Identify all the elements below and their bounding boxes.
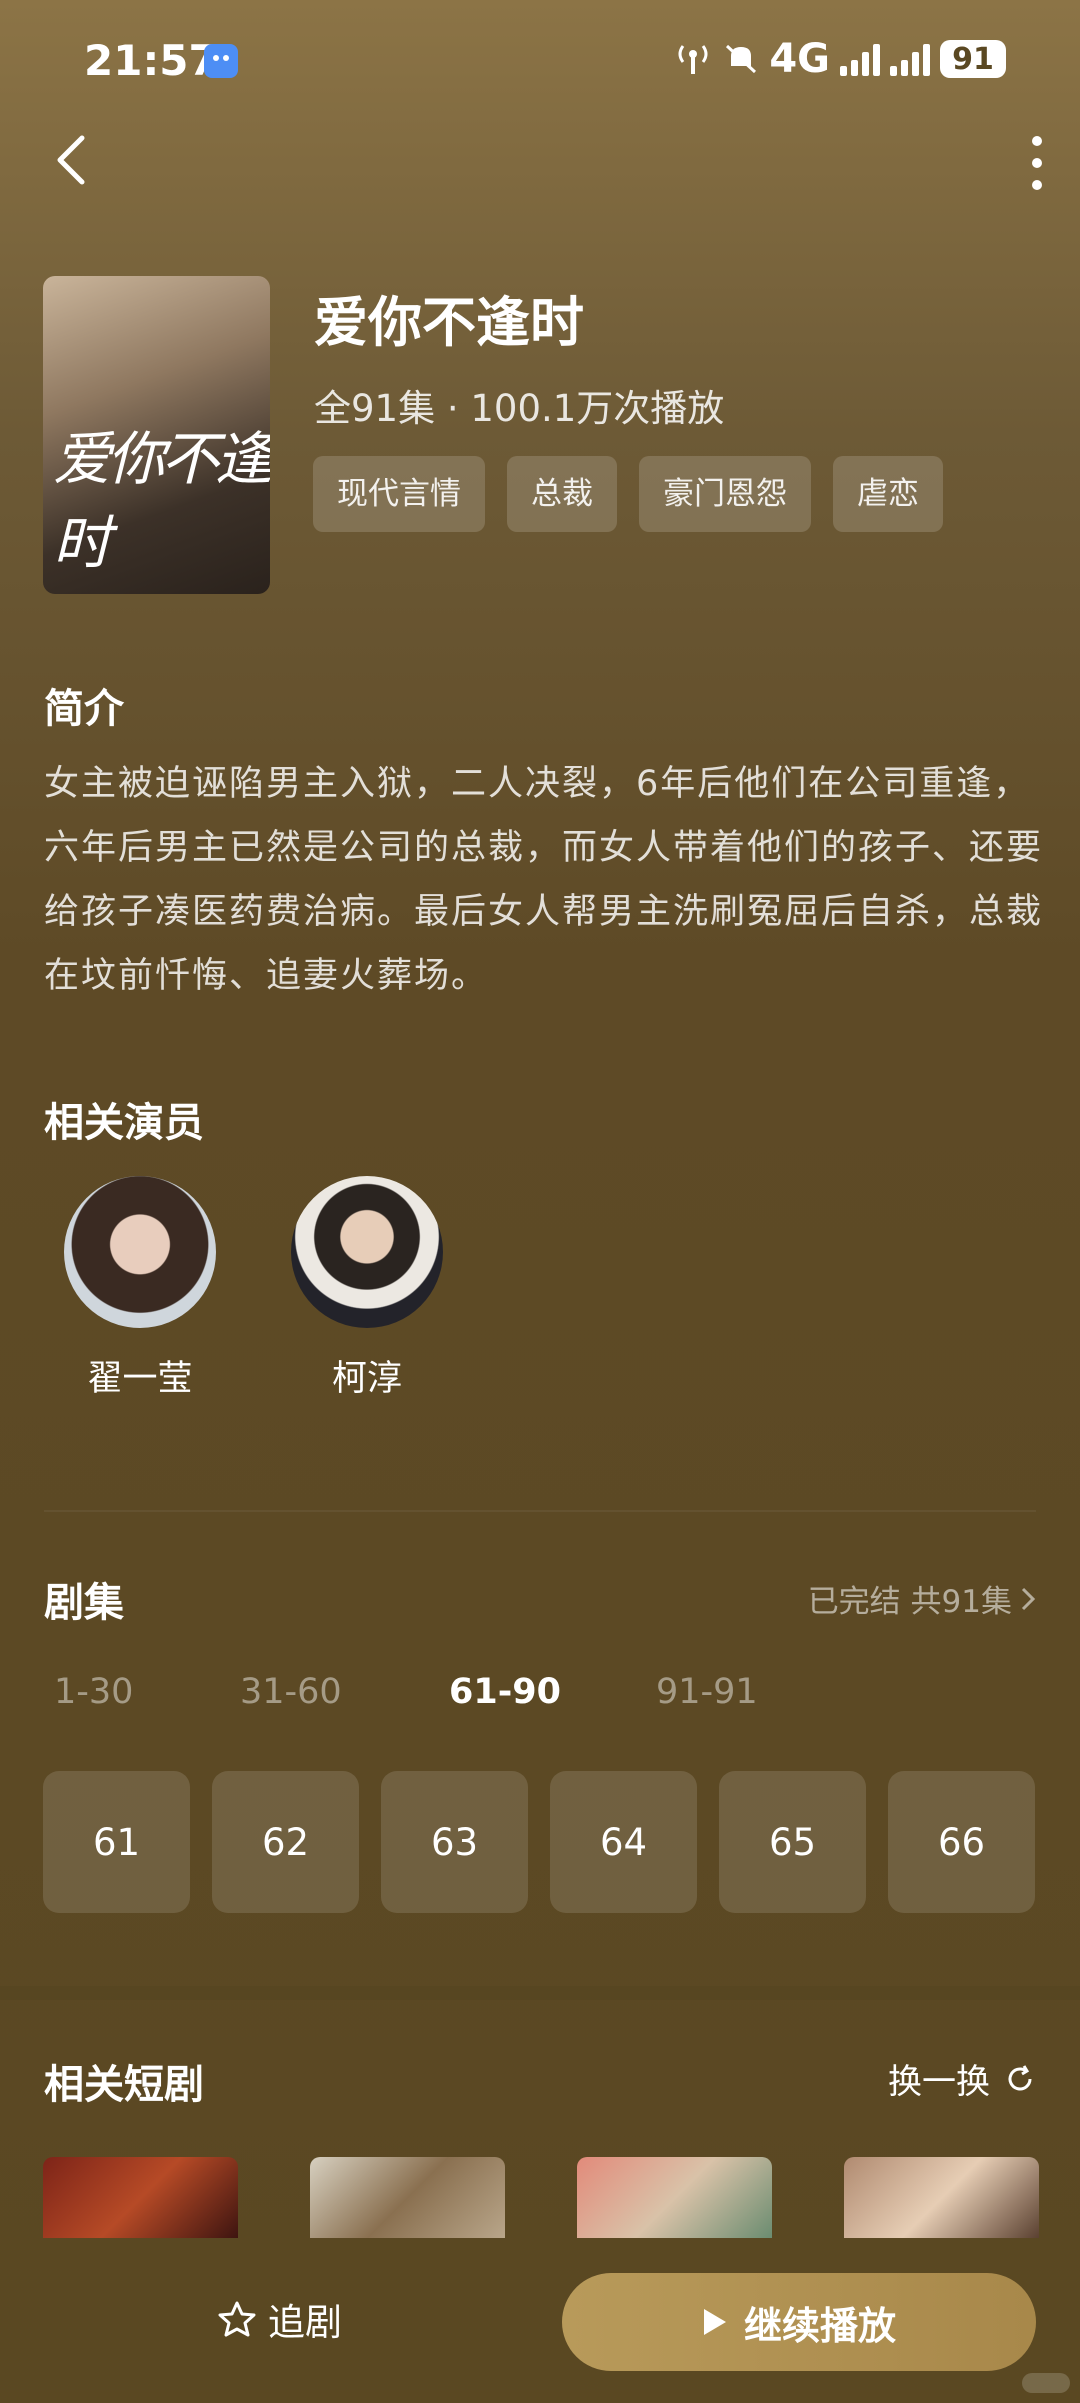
- follow-label: 追剧: [268, 2301, 342, 2344]
- signal-icon-2: [890, 42, 930, 76]
- related-drama-thumbnail[interactable]: [577, 2157, 772, 2239]
- signal-icon: [840, 42, 880, 76]
- episode-range-tabs: 1-30 31-60 61-90 91-91: [0, 1672, 1080, 1722]
- network-type: 4G: [769, 36, 830, 82]
- episodes-title: 剧集: [44, 1580, 124, 1626]
- episodes-status: 已完结 共91集: [807, 1584, 1012, 1620]
- tag[interactable]: 虐恋: [833, 456, 943, 532]
- mute-icon: [726, 44, 757, 74]
- status-indicators: 4G 91: [673, 36, 1006, 82]
- range-tab[interactable]: 91-91: [656, 1672, 758, 1712]
- continue-play-button[interactable]: 继续播放: [562, 2273, 1036, 2371]
- episode-button[interactable]: 66: [888, 1771, 1035, 1913]
- episode-list: 61 62 63 64 65 66: [43, 1771, 1035, 1913]
- episode-button[interactable]: 63: [381, 1771, 528, 1913]
- episode-button[interactable]: 61: [43, 1771, 190, 1913]
- divider: [44, 1510, 1036, 1512]
- actor-name: 柯淳: [331, 1359, 402, 1399]
- status-time: 21:57: [84, 36, 218, 85]
- hotspot-icon: [678, 45, 708, 74]
- play-icon: [703, 2309, 726, 2335]
- star-icon: [218, 2301, 256, 2337]
- avatar: [291, 1176, 443, 1328]
- tag[interactable]: 总裁: [507, 456, 617, 532]
- tag[interactable]: 豪门恩怨: [639, 456, 811, 532]
- related-drama-thumbnail[interactable]: [43, 2157, 238, 2239]
- related-drama-thumbnail[interactable]: [310, 2157, 505, 2239]
- follow-button[interactable]: 追剧: [218, 2292, 342, 2346]
- related-title: 相关短剧: [44, 2062, 204, 2108]
- actor-card[interactable]: 柯淳: [287, 1176, 447, 1401]
- more-icon[interactable]: [1022, 134, 1052, 192]
- watermark: [1022, 2373, 1070, 2393]
- back-icon[interactable]: [48, 130, 92, 190]
- app-notification-icon: [204, 44, 238, 78]
- actor-card[interactable]: 翟一莹: [60, 1176, 220, 1401]
- refresh-button[interactable]: 换一换: [888, 2054, 1036, 2103]
- avatar: [64, 1176, 216, 1328]
- episode-button[interactable]: 62: [212, 1771, 359, 1913]
- drama-meta: 全91集 · 100.1万次播放: [314, 387, 725, 430]
- episodes-status-link[interactable]: 已完结 共91集: [808, 1576, 1036, 1621]
- range-tab-active[interactable]: 61-90: [449, 1672, 561, 1712]
- related-list: [43, 2157, 1039, 2239]
- drama-title: 爱你不逢时: [314, 291, 584, 354]
- battery-icon: 91: [940, 40, 1006, 78]
- range-tab[interactable]: 31-60: [240, 1672, 342, 1712]
- episode-button[interactable]: 65: [719, 1771, 866, 1913]
- chevron-right-icon: [1021, 1587, 1036, 1610]
- refresh-icon: [1008, 2064, 1032, 2090]
- tag[interactable]: 现代言情: [313, 456, 485, 532]
- section-divider: [0, 1986, 1080, 2000]
- actors-title: 相关演员: [44, 1100, 204, 1146]
- poster-title-text: 爱你不逢时: [53, 425, 270, 577]
- intro-title: 简介: [44, 686, 124, 732]
- episode-button[interactable]: 64: [550, 1771, 697, 1913]
- play-label: 继续播放: [743, 2303, 896, 2348]
- range-tab[interactable]: 1-30: [54, 1672, 133, 1712]
- drama-poster: 爱你不逢时: [43, 276, 270, 594]
- related-drama-thumbnail[interactable]: [844, 2157, 1039, 2239]
- actor-name: 翟一莹: [87, 1359, 193, 1399]
- intro-text: 女主被迫诬陷男主入狱，二人决裂，6年后他们在公司重逢，六年后男主已然是公司的总裁…: [44, 764, 1044, 996]
- tag-list: 现代言情 总裁 豪门恩怨 虐恋: [313, 456, 943, 532]
- refresh-label: 换一换: [888, 2062, 990, 2102]
